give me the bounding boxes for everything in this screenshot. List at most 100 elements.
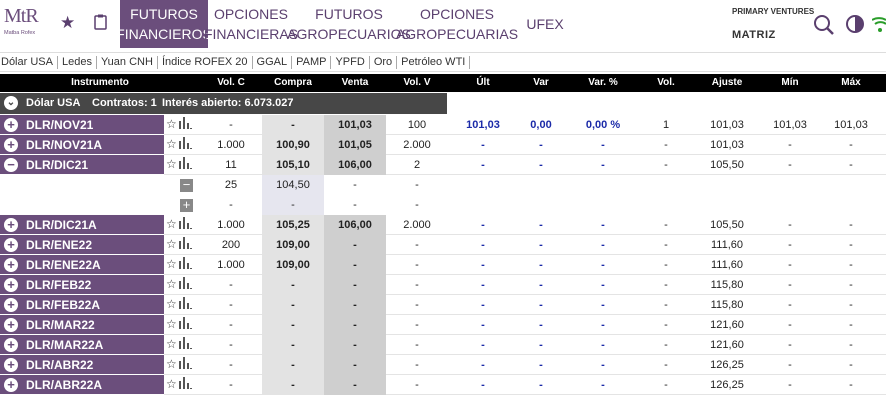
cell-compra[interactable]: - — [262, 115, 324, 135]
expand-row-button[interactable]: + — [4, 378, 18, 392]
header-ajuste[interactable]: Ajuste — [690, 74, 764, 92]
subnav-ggal[interactable]: GGAL — [253, 55, 293, 69]
expand-depth-button[interactable]: + — [180, 198, 193, 212]
chart-bars-icon[interactable] — [178, 137, 192, 149]
favorite-star-icon[interactable]: ☆ — [166, 337, 177, 351]
primary-ventures-logo[interactable]: PRIMARY VENTURES — [732, 7, 814, 16]
subnav-oro[interactable]: Oro — [370, 55, 398, 69]
favorite-star-icon[interactable]: ☆ — [166, 377, 177, 391]
instrument-cell[interactable]: + DLR/NOV21 — [0, 115, 164, 135]
subnav-yuan-cnh[interactable]: Yuan CNH — [97, 55, 158, 69]
instrument-cell[interactable]: + DLR/ENE22A — [0, 255, 164, 275]
subnav-ypfd[interactable]: YPFD — [331, 55, 370, 69]
expand-row-button[interactable]: + — [4, 278, 18, 292]
cell-compra[interactable]: 100,90 — [262, 135, 324, 155]
favorite-star-icon[interactable]: ☆ — [166, 157, 177, 171]
instrument-cell[interactable]: + DLR/FEB22 — [0, 275, 164, 295]
chart-bars-icon[interactable] — [178, 377, 192, 389]
matriz-logo[interactable]: MATRIZ — [732, 29, 776, 41]
favorite-star-icon[interactable]: ☆ — [166, 117, 177, 131]
cell-venta[interactable]: 101,05 — [324, 135, 386, 155]
subnav-petroleo-wti[interactable]: Petróleo WTI — [397, 55, 471, 69]
instrument-cell[interactable]: + DLR/DIC21A — [0, 215, 164, 235]
contrast-icon[interactable] — [845, 14, 865, 37]
header-ult[interactable]: Últ — [448, 74, 518, 92]
expand-row-button[interactable]: + — [4, 238, 18, 252]
expand-row-button[interactable]: + — [4, 118, 18, 132]
header-instrumento[interactable]: Instrumento — [0, 74, 200, 92]
expand-row-button[interactable]: + — [4, 138, 18, 152]
search-icon[interactable] — [813, 14, 835, 39]
star-icon[interactable]: ★ — [60, 13, 75, 33]
header-var[interactable]: Var — [518, 74, 564, 92]
favorite-star-icon[interactable]: ☆ — [166, 137, 177, 151]
header-vol-c[interactable]: Vol. C — [200, 74, 262, 92]
header-min[interactable]: Mín — [764, 74, 816, 92]
nav-opciones-agropecuarias[interactable]: OPCIONES AGROPECUARIAS — [396, 0, 518, 48]
chart-bars-icon[interactable] — [178, 217, 192, 229]
cell-compra[interactable]: - — [262, 295, 324, 315]
favorite-star-icon[interactable]: ☆ — [166, 257, 177, 271]
header-vol-operado[interactable]: Vol. Operado — [642, 74, 690, 106]
cell-venta[interactable]: 101,03 — [324, 115, 386, 135]
header-vol-v[interactable]: Vol. V — [386, 74, 448, 92]
chart-bars-icon[interactable] — [178, 297, 192, 309]
nav-ufex[interactable]: UFEX — [520, 0, 570, 48]
instrument-cell[interactable]: + DLR/MAR22A — [0, 335, 164, 355]
expand-row-button[interactable]: + — [4, 298, 18, 312]
subnav-dolar-usa[interactable]: Dólar USA — [0, 55, 58, 69]
instrument-cell[interactable]: + DLR/ENE22 — [0, 235, 164, 255]
chart-bars-icon[interactable] — [178, 317, 192, 329]
chart-bars-icon[interactable] — [178, 277, 192, 289]
chart-bars-icon[interactable] — [178, 117, 192, 129]
cell-compra[interactable]: - — [262, 315, 324, 335]
favorite-star-icon[interactable]: ☆ — [166, 297, 177, 311]
cell-compra[interactable]: - — [262, 355, 324, 375]
header-var-pct[interactable]: Var. % — [564, 74, 642, 92]
cell-compra[interactable]: 109,00 — [262, 255, 324, 275]
favorite-star-icon[interactable]: ☆ — [166, 357, 177, 371]
cell-compra[interactable]: - — [262, 275, 324, 295]
header-compra[interactable]: Compra — [262, 74, 324, 92]
depth-venta[interactable]: - — [324, 195, 386, 215]
chart-bars-icon[interactable] — [178, 337, 192, 349]
cell-compra[interactable]: - — [262, 335, 324, 355]
chart-bars-icon[interactable] — [178, 257, 192, 269]
favorite-star-icon[interactable]: ☆ — [166, 217, 177, 231]
favorite-star-icon[interactable]: ☆ — [166, 237, 177, 251]
cell-compra[interactable]: 109,00 — [262, 235, 324, 255]
subnav-indice-rofex-20[interactable]: Índice ROFEX 20 — [158, 55, 253, 69]
cell-venta[interactable]: 106,00 — [324, 155, 386, 175]
cell-venta[interactable]: - — [324, 355, 386, 375]
cell-compra[interactable]: 105,25 — [262, 215, 324, 235]
cell-compra[interactable]: 105,10 — [262, 155, 324, 175]
cell-compra[interactable]: - — [262, 375, 324, 395]
favorite-star-icon[interactable]: ☆ — [166, 317, 177, 331]
instrument-cell[interactable]: + DLR/FEB22A — [0, 295, 164, 315]
instrument-cell[interactable]: + DLR/ABR22 — [0, 355, 164, 375]
favorite-star-icon[interactable]: ☆ — [166, 277, 177, 291]
nav-futuros-agropecuarios[interactable]: FUTUROS AGROPECUARIOS — [287, 0, 411, 48]
cell-venta[interactable]: - — [324, 235, 386, 255]
cell-venta[interactable]: - — [324, 375, 386, 395]
depth-compra[interactable]: - — [262, 195, 324, 215]
nav-opciones-financieras[interactable]: OPCIONES FINANCIERAS — [204, 0, 298, 48]
matba-rofex-logo[interactable]: MtR Matba Rofex — [4, 5, 44, 36]
cell-venta[interactable]: - — [324, 315, 386, 335]
cell-venta[interactable]: - — [324, 335, 386, 355]
instrument-cell[interactable]: + DLR/MAR22 — [0, 315, 164, 335]
instrument-cell[interactable]: + DLR/ABR22A — [0, 375, 164, 395]
header-max[interactable]: Máx — [816, 74, 886, 92]
expand-row-button[interactable]: + — [4, 318, 18, 332]
instrument-cell[interactable]: + DLR/NOV21A — [0, 135, 164, 155]
expand-row-button[interactable]: + — [4, 358, 18, 372]
depth-compra[interactable]: 104,50 — [262, 175, 324, 195]
expand-row-button[interactable]: + — [4, 258, 18, 272]
collapse-row-button[interactable]: − — [4, 158, 18, 172]
nav-futuros-financieros[interactable]: FUTUROS FINANCIEROS — [116, 0, 212, 48]
expand-row-button[interactable]: + — [4, 218, 18, 232]
subnav-ledes[interactable]: Ledes — [58, 55, 97, 69]
instrument-cell[interactable]: − DLR/DIC21 — [0, 155, 164, 175]
collapse-group-button[interactable]: ⌄ — [4, 96, 18, 110]
chart-bars-icon[interactable] — [178, 237, 192, 249]
